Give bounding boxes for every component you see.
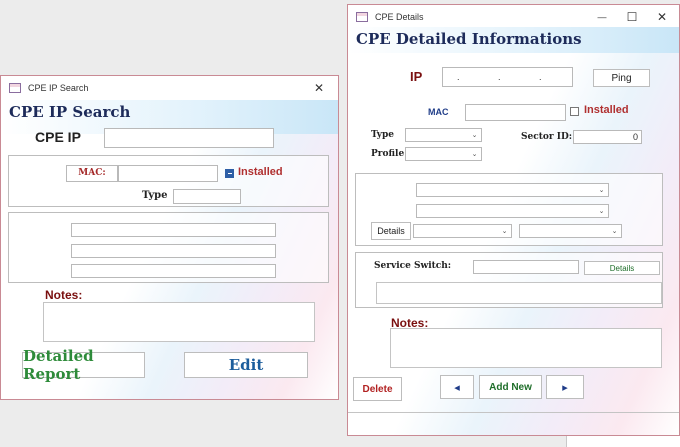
edit-button[interactable]: Edit bbox=[184, 352, 308, 378]
search-window-title: CPE IP Search bbox=[28, 83, 89, 93]
notes-textarea[interactable] bbox=[43, 302, 315, 342]
equipment-select-1[interactable]: ⌄ bbox=[416, 183, 609, 197]
mac-label: MAC bbox=[428, 107, 449, 117]
dropdown-arrow-icon: ⌄ bbox=[471, 151, 478, 158]
equipment-select-4[interactable]: ⌄ bbox=[519, 224, 622, 238]
delete-button[interactable]: Delete bbox=[353, 377, 402, 401]
info-field-2[interactable] bbox=[71, 244, 276, 258]
next-record-icon: ▸ bbox=[562, 381, 568, 394]
dropdown-arrow-icon: ⌄ bbox=[471, 132, 478, 139]
cpe-details-window: CPE Details — ☐ ✕ CPE Detailed Informati… bbox=[347, 4, 680, 436]
installed-label: Installed bbox=[238, 166, 283, 178]
mac-input[interactable] bbox=[465, 104, 566, 121]
ip-input[interactable]: . . . bbox=[442, 67, 573, 87]
installed-checkbox[interactable] bbox=[570, 107, 579, 116]
add-new-button[interactable]: Add New bbox=[479, 375, 542, 399]
info-field-3[interactable] bbox=[71, 264, 276, 278]
detailed-report-button[interactable]: Detailed Report bbox=[22, 347, 145, 383]
installed-label: Installed bbox=[584, 104, 629, 116]
service-details-button[interactable]: Details bbox=[584, 261, 660, 275]
mac-input[interactable] bbox=[118, 165, 218, 182]
service-notes-field[interactable] bbox=[376, 282, 662, 304]
service-switch-input[interactable] bbox=[473, 260, 579, 274]
cpe-ip-label: CPE IP bbox=[35, 129, 81, 145]
dropdown-arrow-icon: ⌄ bbox=[611, 228, 618, 235]
details-button[interactable]: Details bbox=[371, 222, 411, 240]
dropdown-arrow-icon: ⌄ bbox=[598, 187, 605, 194]
profile-label: Profile bbox=[371, 149, 405, 159]
next-record-button[interactable]: ▸ bbox=[546, 375, 584, 399]
app-icon bbox=[9, 83, 21, 93]
cpe-ip-search-window: CPE IP Search ✕ CPE IP Search CPE IP MAC… bbox=[0, 75, 339, 400]
sector-input[interactable]: 0 bbox=[573, 130, 642, 144]
search-window-titlebar[interactable]: CPE IP Search ✕ bbox=[1, 76, 338, 100]
service-section: Service Switch: Details bbox=[355, 252, 663, 308]
type-label: Type bbox=[142, 190, 168, 201]
equipment-section: ⌄ ⌄ Details ⌄ ⌄ bbox=[355, 173, 663, 246]
search-form-body: CPE IP Search CPE IP MAC: Installed Type… bbox=[1, 100, 338, 399]
ip-label: IP bbox=[410, 69, 423, 84]
notes-textarea[interactable] bbox=[390, 328, 662, 368]
details-window-titlebar[interactable]: CPE Details — ☐ ✕ bbox=[348, 5, 679, 29]
type-label: Type bbox=[371, 130, 394, 140]
background-window-edge bbox=[566, 436, 680, 447]
app-icon bbox=[356, 12, 368, 22]
profile-select[interactable]: ⌄ bbox=[405, 147, 482, 161]
dropdown-arrow-icon: ⌄ bbox=[598, 208, 605, 215]
details-window-title: CPE Details bbox=[375, 12, 424, 22]
prev-record-button[interactable]: ◂ bbox=[440, 375, 474, 399]
footer-divider bbox=[348, 412, 679, 413]
maximize-icon[interactable]: ☐ bbox=[617, 5, 647, 29]
notes-label: Notes: bbox=[45, 288, 83, 302]
search-form-title: CPE IP Search bbox=[9, 103, 131, 121]
type-select[interactable]: ⌄ bbox=[405, 128, 482, 142]
equipment-select-2[interactable]: ⌄ bbox=[416, 204, 609, 218]
sector-label: Sector ID: bbox=[521, 132, 573, 142]
installed-checkbox[interactable] bbox=[225, 169, 234, 178]
ping-button[interactable]: Ping bbox=[593, 69, 650, 87]
close-icon[interactable]: ✕ bbox=[647, 5, 677, 29]
details-form-body: CPE Detailed Informations IP . . . Ping … bbox=[348, 27, 679, 435]
service-switch-label: Service Switch: bbox=[374, 261, 452, 271]
equipment-select-3[interactable]: ⌄ bbox=[413, 224, 512, 238]
mac-section: MAC: Installed Type bbox=[8, 155, 329, 207]
close-icon[interactable]: ✕ bbox=[304, 76, 334, 100]
info-field-1[interactable] bbox=[71, 223, 276, 237]
prev-record-icon: ◂ bbox=[454, 381, 460, 394]
details-form-title: CPE Detailed Informations bbox=[356, 30, 582, 48]
extra-info-section bbox=[8, 212, 329, 283]
cpe-ip-input[interactable] bbox=[104, 128, 274, 148]
dropdown-arrow-icon: ⌄ bbox=[501, 228, 508, 235]
type-input[interactable] bbox=[173, 189, 241, 204]
minimize-icon[interactable]: — bbox=[587, 5, 617, 29]
mac-label: MAC: bbox=[66, 165, 118, 182]
